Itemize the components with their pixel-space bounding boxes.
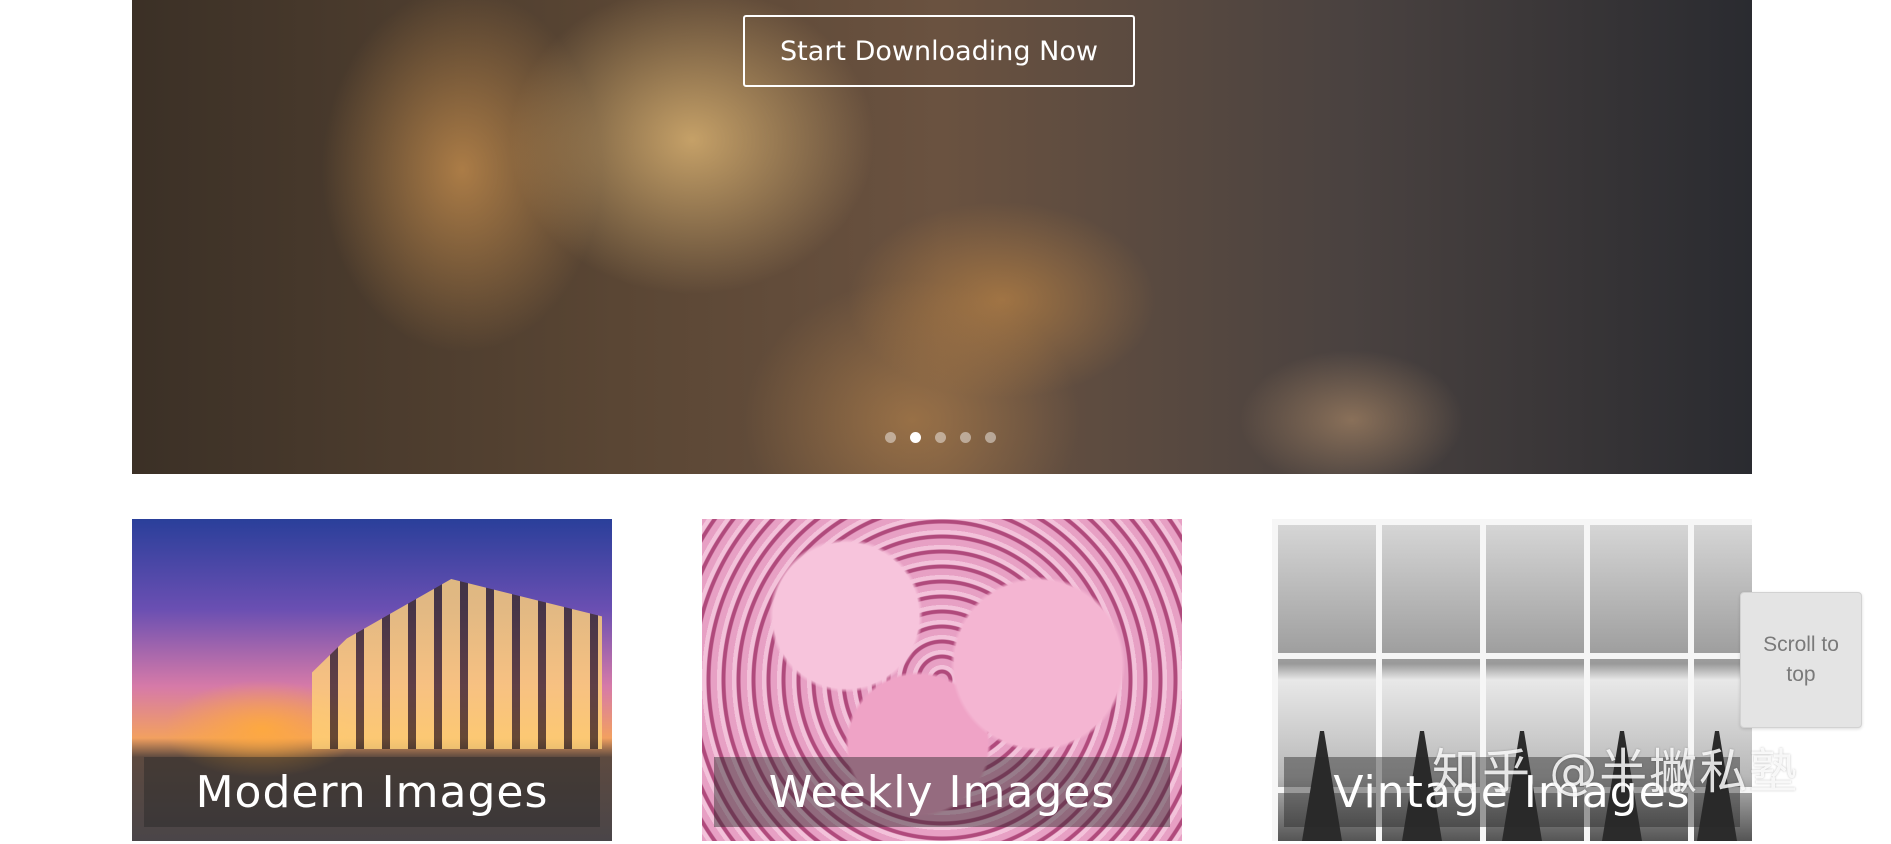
slider-dot-3[interactable] [935,432,946,443]
category-card-weekly[interactable]: Weekly Images [702,519,1182,841]
slider-dot-4[interactable] [960,432,971,443]
slider-dot-2[interactable] [910,432,921,443]
slider-dot-5[interactable] [985,432,996,443]
scroll-to-top-button[interactable]: Scroll to top [1740,592,1862,728]
category-label: Modern Images [144,757,600,827]
hero-slider: Start Downloading Now [132,0,1752,474]
start-downloading-button[interactable]: Start Downloading Now [743,15,1135,87]
slider-dots [885,432,996,443]
slider-dot-1[interactable] [885,432,896,443]
category-card-modern[interactable]: Modern Images [132,519,612,841]
watermark-text: 知乎 @半撇私塾 [1432,744,1800,800]
house-photo [312,579,602,749]
category-label: Weekly Images [714,757,1170,827]
